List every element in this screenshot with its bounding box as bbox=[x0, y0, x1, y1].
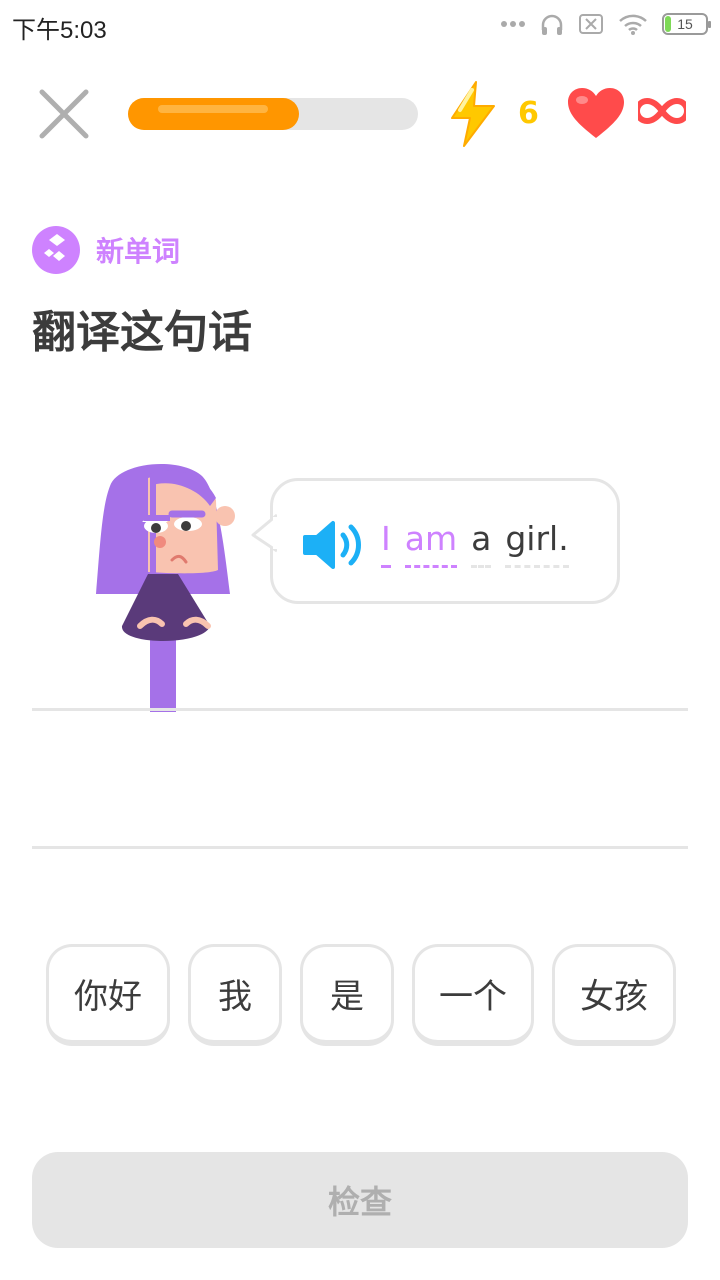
battery-icon: 15 bbox=[662, 13, 711, 35]
close-button[interactable] bbox=[36, 86, 92, 142]
close-icon bbox=[39, 89, 89, 139]
dots-icon bbox=[501, 21, 525, 27]
lightning-icon bbox=[451, 81, 495, 147]
character-illustration bbox=[96, 463, 235, 712]
prompt-word-i[interactable]: I bbox=[381, 519, 391, 568]
infinity-icon bbox=[638, 97, 686, 125]
new-word-label: 新单词 bbox=[96, 235, 181, 268]
new-word-badge: 新单词 bbox=[32, 226, 180, 274]
new-word-icon bbox=[32, 226, 80, 274]
check-button[interactable]: 检查 bbox=[32, 1152, 688, 1248]
speech-bubble: I am a girl. bbox=[251, 478, 620, 604]
answer-line-1 bbox=[32, 708, 688, 711]
status-time: 下午5:03 bbox=[12, 17, 107, 44]
status-bar: 下午5:03 15 bbox=[0, 0, 720, 52]
answer-line-2 bbox=[32, 846, 688, 849]
streak-count: 6 bbox=[518, 96, 539, 131]
prompt-sentence: I am a girl. bbox=[381, 519, 569, 568]
bubble-tail bbox=[251, 513, 277, 553]
sim-off-icon bbox=[579, 14, 603, 34]
progress-shine bbox=[158, 105, 268, 113]
battery-level: 15 bbox=[677, 16, 693, 32]
page-title: 翻译这句话 bbox=[32, 307, 252, 358]
word-tile-wo[interactable]: 我 bbox=[188, 944, 282, 1046]
progress-fill bbox=[128, 98, 300, 130]
headphones-icon bbox=[541, 14, 563, 35]
prompt-word-am[interactable]: am bbox=[404, 519, 458, 568]
word-bank: 你好 我 是 一个 女孩 bbox=[46, 944, 676, 1046]
prompt-word-girl[interactable]: girl. bbox=[505, 519, 569, 568]
heart-icon bbox=[568, 88, 624, 138]
word-tile-shi[interactable]: 是 bbox=[300, 944, 394, 1046]
speaker-icon[interactable] bbox=[301, 519, 367, 571]
status-icons: 15 bbox=[500, 12, 711, 36]
word-tile-nihao[interactable]: 你好 bbox=[46, 944, 170, 1046]
word-tile-nvhai[interactable]: 女孩 bbox=[552, 944, 676, 1046]
prompt-word-a[interactable]: a bbox=[471, 519, 492, 568]
wifi-icon bbox=[619, 14, 647, 35]
lesson-progress-bar bbox=[128, 98, 418, 130]
word-tile-yige[interactable]: 一个 bbox=[412, 944, 534, 1046]
